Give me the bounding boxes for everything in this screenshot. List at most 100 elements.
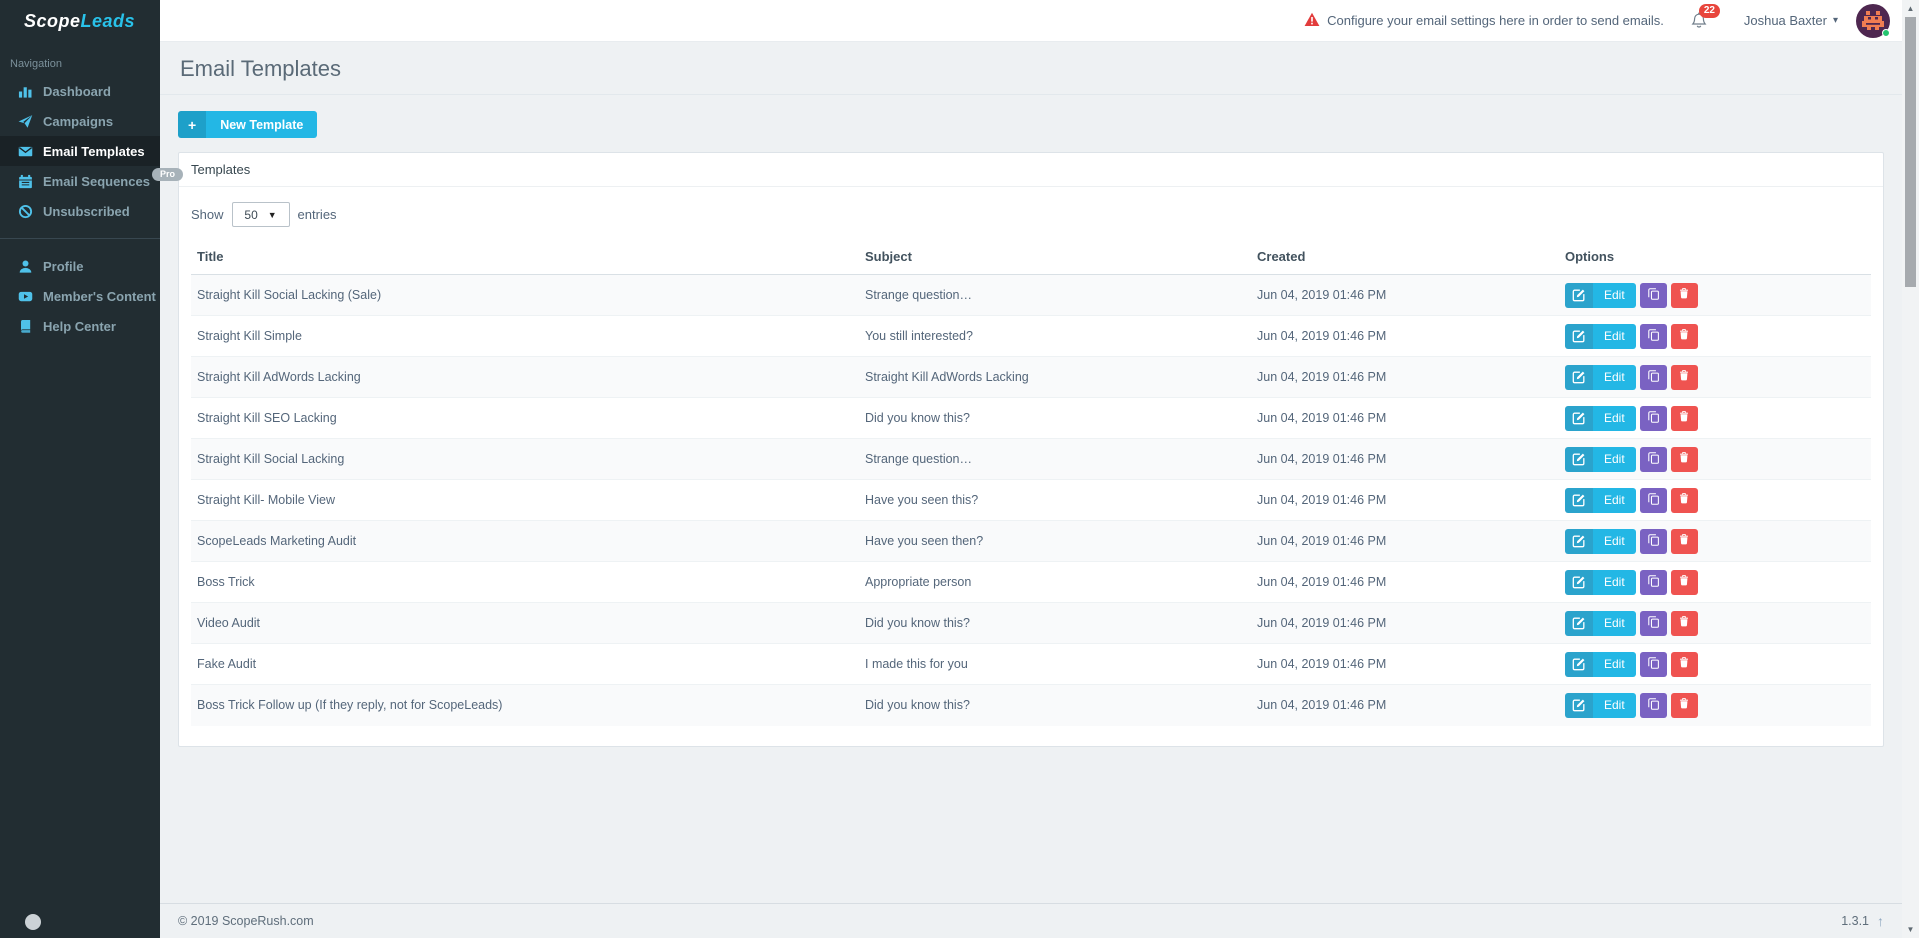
template-options-cell: Edit xyxy=(1559,275,1871,316)
edit-button-label: Edit xyxy=(1593,364,1636,390)
sidebar-item-email-sequences[interactable]: Email Sequences Pro xyxy=(0,166,183,196)
email-settings-warning[interactable]: Configure your email settings here in or… xyxy=(1304,12,1664,30)
logo-part1: Scope xyxy=(24,10,81,31)
template-subject-cell: Have you seen then? xyxy=(859,520,1251,562)
sidebar-item-members-content[interactable]: Member's Content xyxy=(0,281,160,311)
copy-icon xyxy=(1647,492,1660,509)
delete-button[interactable] xyxy=(1670,323,1698,349)
delete-button[interactable] xyxy=(1670,405,1698,431)
sidebar-item-label: Unsubscribed xyxy=(43,203,130,219)
template-created: Jun 04, 2019 01:46 PM xyxy=(1257,452,1387,466)
trash-icon xyxy=(1678,492,1690,508)
copy-icon xyxy=(1647,615,1660,632)
column-header-subject[interactable]: Subject xyxy=(859,239,1251,275)
bar-chart-icon xyxy=(17,83,33,99)
template-subject: I made this for you xyxy=(865,657,968,671)
duplicate-button[interactable] xyxy=(1639,569,1667,595)
duplicate-button[interactable] xyxy=(1639,528,1667,554)
table-row: Straight Kill- Mobile View Have you seen… xyxy=(191,479,1871,521)
delete-button[interactable] xyxy=(1670,651,1698,677)
scroll-down-arrow-icon[interactable]: ▼ xyxy=(1902,921,1919,938)
scrollbar-thumb[interactable] xyxy=(1905,17,1916,287)
trash-icon xyxy=(1678,656,1690,672)
duplicate-button[interactable] xyxy=(1639,446,1667,472)
avatar[interactable] xyxy=(1856,3,1890,38)
duplicate-button[interactable] xyxy=(1639,692,1667,718)
template-created-cell: Jun 04, 2019 01:46 PM xyxy=(1251,602,1559,644)
edit-button[interactable]: Edit xyxy=(1565,651,1636,677)
back-to-top-arrow-icon[interactable]: ↑ xyxy=(1877,913,1884,929)
new-template-button[interactable]: + New Template xyxy=(178,111,318,138)
delete-button[interactable] xyxy=(1670,528,1698,554)
edit-button[interactable]: Edit xyxy=(1565,487,1636,513)
select-caret-icon: ▼ xyxy=(267,209,277,220)
delete-button[interactable] xyxy=(1670,364,1698,390)
sidebar-item-dashboard[interactable]: Dashboard xyxy=(0,76,160,106)
template-title: ScopeLeads Marketing Audit xyxy=(197,534,357,548)
table-row: Straight Kill Social Lacking Strange que… xyxy=(191,438,1871,480)
template-created: Jun 04, 2019 01:46 PM xyxy=(1257,534,1387,548)
duplicate-button[interactable] xyxy=(1639,405,1667,431)
delete-button[interactable] xyxy=(1670,692,1698,718)
sidebar-item-profile[interactable]: Profile xyxy=(0,251,160,281)
trash-icon xyxy=(1678,287,1690,303)
template-created-cell: Jun 04, 2019 01:46 PM xyxy=(1251,684,1559,726)
user-name: Joshua Baxter xyxy=(1743,13,1827,28)
sidebar-item-email-templates[interactable]: Email Templates xyxy=(0,136,160,166)
sidebar-item-campaigns[interactable]: Campaigns xyxy=(0,106,160,136)
sidebar-bottom-widget[interactable] xyxy=(25,914,41,930)
page-size-select[interactable]: 50 ▼ xyxy=(231,202,290,227)
template-subject: Appropriate person xyxy=(865,575,972,589)
template-created-cell: Jun 04, 2019 01:46 PM xyxy=(1251,561,1559,603)
column-header-title[interactable]: Title xyxy=(191,239,859,275)
template-created-cell: Jun 04, 2019 01:46 PM xyxy=(1251,397,1559,439)
sidebar-item-label: Campaigns xyxy=(43,113,114,129)
duplicate-button[interactable] xyxy=(1639,610,1667,636)
edit-button[interactable]: Edit xyxy=(1565,323,1636,349)
duplicate-button[interactable] xyxy=(1639,487,1667,513)
edit-button[interactable]: Edit xyxy=(1565,446,1636,472)
edit-button-label: Edit xyxy=(1593,323,1636,349)
duplicate-button[interactable] xyxy=(1639,651,1667,677)
template-created: Jun 04, 2019 01:46 PM xyxy=(1257,698,1387,713)
delete-button[interactable] xyxy=(1670,487,1698,513)
table-row: Boss Trick Follow up (If they reply, not… xyxy=(191,684,1871,726)
template-created-cell: Jun 04, 2019 01:46 PM xyxy=(1251,520,1559,562)
edit-button[interactable]: Edit xyxy=(1565,610,1636,636)
delete-button[interactable] xyxy=(1670,282,1698,308)
template-title-cell: Straight Kill Social Lacking (Sale) xyxy=(191,275,859,316)
sidebar-item-help-center[interactable]: Help Center xyxy=(0,311,160,341)
column-header-created[interactable]: Created xyxy=(1251,239,1559,275)
version-text: 1.3.1 xyxy=(1841,914,1869,928)
calendar-icon xyxy=(17,173,33,189)
delete-button[interactable] xyxy=(1670,446,1698,472)
edit-button[interactable]: Edit xyxy=(1565,528,1636,554)
edit-button[interactable]: Edit xyxy=(1565,364,1636,390)
template-subject-cell: Have you seen this? xyxy=(859,479,1251,521)
scroll-up-arrow-icon[interactable]: ▲ xyxy=(1902,0,1919,17)
template-title: Fake Audit xyxy=(197,657,257,671)
template-created: Jun 04, 2019 01:46 PM xyxy=(1257,411,1387,425)
sidebar-item-unsubscribed[interactable]: Unsubscribed xyxy=(0,196,160,226)
edit-button-label: Edit xyxy=(1593,282,1636,308)
vertical-scrollbar[interactable]: ▲ ▼ xyxy=(1902,0,1919,938)
notifications-button[interactable]: 22 xyxy=(1690,3,1720,32)
user-menu[interactable]: Joshua Baxter ▾ xyxy=(1744,13,1838,28)
duplicate-button[interactable] xyxy=(1639,364,1667,390)
trash-icon xyxy=(1678,697,1690,713)
edit-button[interactable]: Edit xyxy=(1565,282,1636,308)
delete-button[interactable] xyxy=(1670,569,1698,595)
template-created-cell: Jun 04, 2019 01:46 PM xyxy=(1251,479,1559,521)
template-subject-cell: Strange question… xyxy=(859,275,1251,316)
scopeleads-logo[interactable]: Scope Leads xyxy=(0,0,160,42)
delete-button[interactable] xyxy=(1670,610,1698,636)
templates-table: Title Subject Created Options Straight K… xyxy=(191,239,1871,726)
template-created-cell: Jun 04, 2019 01:46 PM xyxy=(1251,275,1559,316)
edit-button[interactable]: Edit xyxy=(1565,405,1636,431)
edit-button[interactable]: Edit xyxy=(1565,569,1636,595)
sidebar-item-label: Help Center xyxy=(43,318,116,334)
duplicate-button[interactable] xyxy=(1639,282,1667,308)
template-created-cell: Jun 04, 2019 01:46 PM xyxy=(1251,356,1559,398)
duplicate-button[interactable] xyxy=(1639,323,1667,349)
edit-button[interactable]: Edit xyxy=(1565,692,1636,718)
